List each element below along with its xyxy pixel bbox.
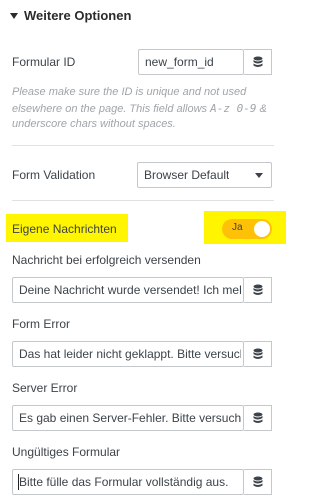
divider (12, 200, 274, 201)
form-id-hint-code: A-z 0-9 (210, 101, 257, 115)
database-icon (253, 412, 262, 423)
server-error-dynamic-tags-button[interactable] (244, 405, 272, 431)
database-icon (253, 56, 262, 67)
text-cursor (18, 474, 19, 490)
invalid-form-input[interactable]: Bitte fülle das Formular vollständig aus… (12, 469, 244, 495)
toggle-label: Ja (232, 222, 243, 233)
database-icon (253, 476, 262, 487)
form-validation-select[interactable]: Browser Default (137, 162, 272, 188)
chevron-down-icon (255, 173, 263, 178)
form-id-dynamic-tags-button[interactable] (244, 49, 272, 75)
custom-messages-toggle[interactable]: Ja (222, 219, 272, 239)
database-icon (253, 284, 262, 295)
custom-messages-label: Eigene Nachrichten (12, 222, 117, 236)
form-id-hint: Please make sure the ID is unique and no… (12, 85, 274, 133)
toggle-knob (254, 221, 270, 237)
success-message-label: Nachricht bei erfolgreich versenden (12, 253, 201, 267)
form-error-label: Form Error (12, 317, 70, 331)
section-title: Weitere Optionen (24, 8, 132, 23)
form-error-dynamic-tags-button[interactable] (244, 341, 272, 367)
form-validation-label: Form Validation (12, 168, 96, 182)
caret-down-icon (10, 12, 18, 19)
form-id-label: Formular ID (12, 55, 76, 69)
database-icon (253, 348, 262, 359)
invalid-form-dynamic-tags-button[interactable] (244, 469, 272, 495)
success-message-input[interactable]: Deine Nachricht wurde versendet! Ich mel… (12, 277, 244, 303)
section-header-weitere-optionen[interactable]: Weitere Optionen (10, 8, 131, 23)
form-id-input[interactable]: new_form_id (138, 49, 244, 75)
success-message-dynamic-tags-button[interactable] (244, 277, 272, 303)
server-error-label: Server Error (12, 381, 78, 395)
divider (12, 145, 274, 146)
invalid-form-label: Ungültiges Formular (12, 445, 121, 459)
server-error-input[interactable]: Es gab einen Server-Fehler. Bitte versuc… (12, 405, 244, 431)
form-error-input[interactable]: Das hat leider nicht geklappt. Bitte ver… (12, 341, 244, 367)
